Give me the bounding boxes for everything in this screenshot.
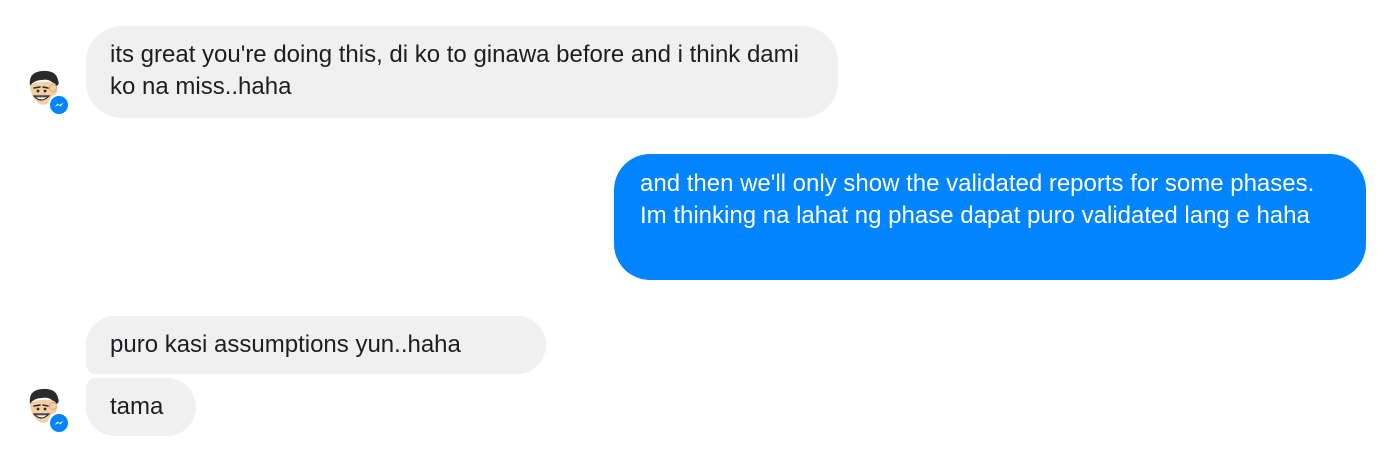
- contact-avatar[interactable]: [20, 384, 70, 434]
- incoming-message-bubble[interactable]: puro kasi assumptions yun..haha: [86, 316, 546, 374]
- incoming-message-bubble[interactable]: its great you're doing this, di ko to gi…: [86, 26, 838, 118]
- incoming-message-bubble[interactable]: tama: [86, 378, 196, 436]
- messenger-badge-icon: [48, 94, 70, 116]
- contact-avatar[interactable]: [20, 66, 70, 116]
- message-thread: its great you're doing this, di ko to gi…: [0, 0, 1398, 464]
- outgoing-message-bubble[interactable]: and then we'll only show the validated r…: [614, 154, 1366, 280]
- messenger-badge-icon: [48, 412, 70, 434]
